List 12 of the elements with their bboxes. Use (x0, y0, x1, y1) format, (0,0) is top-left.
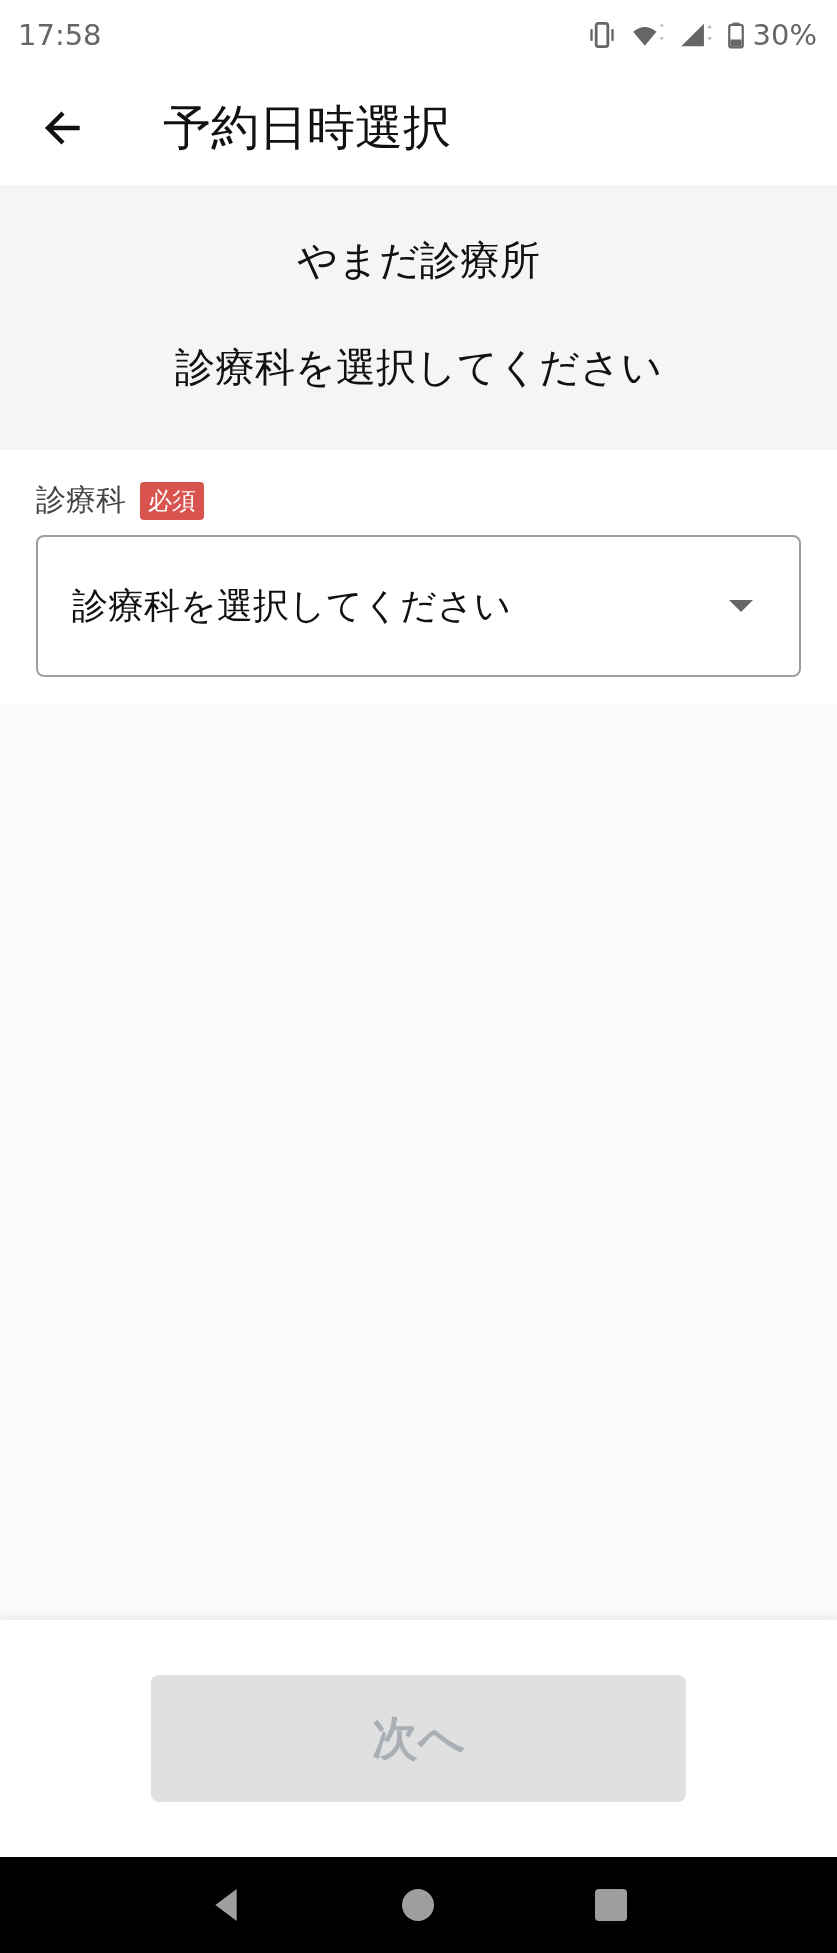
battery-percent: 30% (752, 18, 817, 52)
department-select[interactable]: 診療科を選択してください (36, 535, 801, 677)
field-label: 診療科 (36, 481, 126, 519)
required-badge: 必須 (140, 481, 204, 520)
recents-square-icon[interactable] (594, 1889, 627, 1921)
caret-icon (729, 600, 753, 612)
battery-icon (726, 21, 745, 49)
status-time: 17:58 (18, 18, 102, 52)
instruction-text: 診療科を選択してください (175, 343, 662, 392)
screen-title: 予約日時選択 (163, 97, 451, 157)
home-circle-icon[interactable] (402, 1889, 435, 1921)
clinic-name: やまだ診療所 (297, 236, 540, 285)
